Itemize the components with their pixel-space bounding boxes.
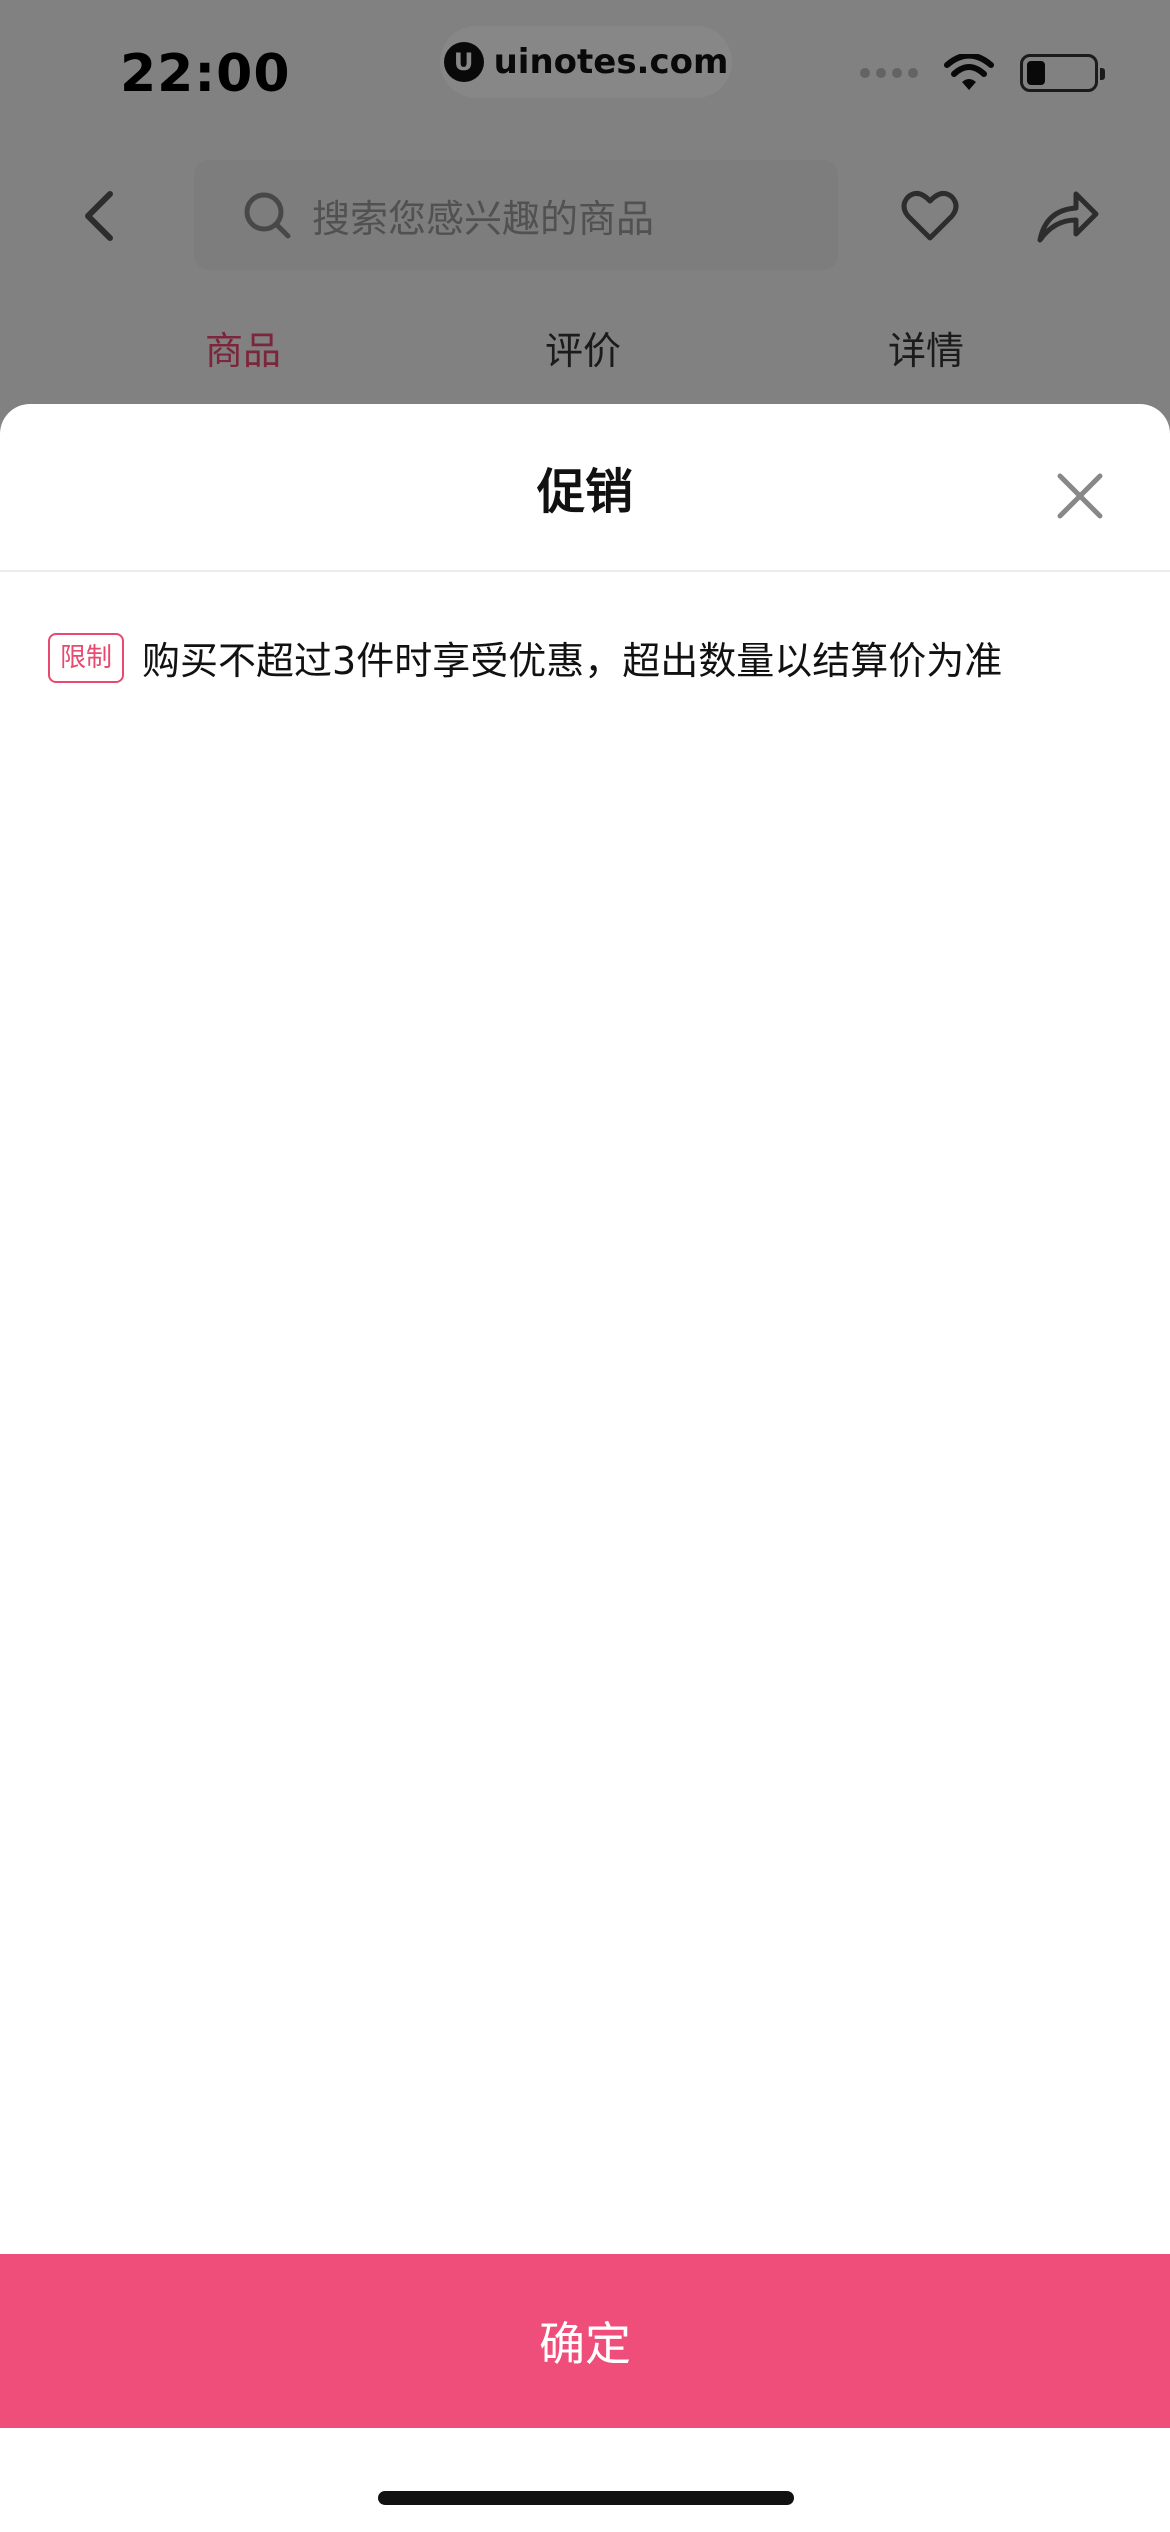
sheet-header: 促销 [0,404,1170,572]
close-icon[interactable] [1052,468,1108,524]
page: 22:00 U uinotes.com 搜索您感兴趣的商品 商品 评价 详情 促… [0,0,1170,2532]
sheet-title: 促销 [536,464,633,520]
promotion-item: 限制 购买不超过3件时享受优惠，超出数量以结算价为准 [48,630,1002,685]
promotion-text: 购买不超过3件时享受优惠，超出数量以结算价为准 [142,639,1003,683]
confirm-button[interactable]: 确定 [0,2254,1170,2428]
promotion-sheet: 促销 限制 购买不超过3件时享受优惠，超出数量以结算价为准 确定 [0,404,1170,2532]
home-indicator[interactable] [378,2491,794,2505]
promotion-badge: 限制 [48,632,125,683]
